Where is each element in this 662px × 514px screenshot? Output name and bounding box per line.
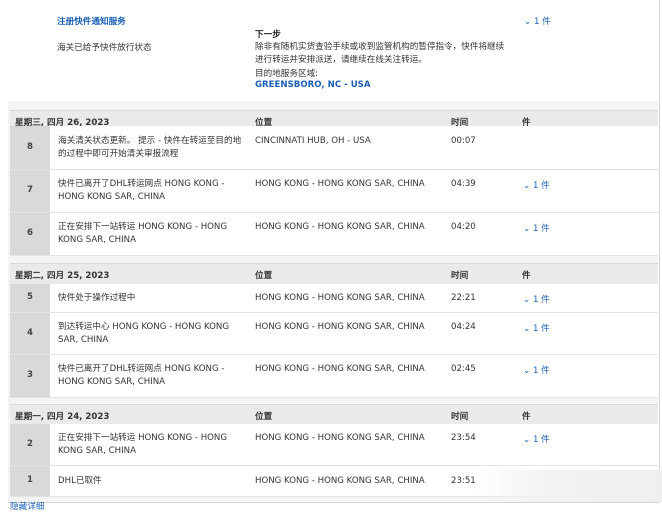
event-description: DHL已取件 [58, 476, 102, 486]
event-number-label: 8 [27, 141, 33, 152]
chevron-down-icon: ⌄ [523, 366, 533, 376]
destination-label: 目的地服务区域: [255, 69, 319, 79]
event-location: HONG KONG - HONG KONG SAR, CHINA [255, 364, 425, 374]
event-location: HONG KONG - HONG KONG SAR, CHINA [255, 179, 425, 189]
event-number-label: 7 [27, 185, 33, 195]
event-number-label: 1 [27, 475, 33, 485]
event-time: 04:20 [451, 222, 476, 232]
day-date: 星期一, 四月 24, 2023 [15, 412, 110, 422]
column-time: 时间 [451, 412, 469, 422]
event-row: 5 快件处于操作过程中 HONG KONG - HONG KONG SAR, CHI… [10, 284, 658, 313]
event-location: HONG KONG - HONG KONG SAR, CHINA [255, 222, 425, 232]
event-description: 正在安排下一站转运 HONG KONG - HONG KONG SAR, CHI… [58, 433, 228, 456]
event-pieces-toggle[interactable]: ⌄ 1 件 [523, 433, 550, 445]
event-number: 3 [10, 355, 50, 397]
event-pieces-toggle[interactable]: ⌄ 1 件 [523, 364, 550, 376]
event-location: HONG KONG - HONG KONG SAR, CHINA [255, 476, 425, 486]
next-step-body: 除非有随机实货查验手续或收到监管机构的暂停指令，快件将继续进行转运并安排派送，请… [255, 42, 505, 65]
event-number-label: 3 [27, 370, 33, 380]
event-number: 6 [10, 213, 50, 255]
pieces-toggle[interactable]: ⌄ 1 件 [524, 15, 551, 27]
column-pieces: 件 [522, 271, 531, 281]
event-location: HONG KONG - HONG KONG SAR, CHINA [255, 433, 425, 443]
event-number-label: 6 [27, 228, 33, 238]
event-description: 正在安排下一站转运 HONG KONG - HONG KONG SAR, CHI… [58, 222, 228, 245]
event-row: 4 到达转运中心 HONG KONG - HONG KONG SAR, CHINA… [10, 313, 658, 355]
event-number: 7 [10, 170, 50, 212]
event-pieces-label: 1 件 [532, 181, 550, 191]
blur-overlay [476, 470, 662, 502]
event-pieces-toggle[interactable]: ⌄ 1 件 [523, 293, 550, 305]
event-row: 7 快件已离开了DHL转运网点 HONG KONG - HONG KONG SAR… [10, 170, 658, 213]
event-row: 6 正在安排下一站转运 HONG KONG - HONG KONG SAR, CH… [10, 213, 658, 256]
event-description: 快件已离开了DHL转运网点 HONG KONG - HONG KONG SAR,… [58, 179, 225, 202]
chevron-down-icon: ⌄ [523, 435, 533, 445]
event-description: 快件已离开了DHL转运网点 HONG KONG - HONG KONG SAR,… [58, 364, 225, 387]
event-time: 22:21 [451, 293, 476, 303]
event-location: HONG KONG - HONG KONG SAR, CHINA [255, 293, 425, 303]
event-pieces-label: 1 件 [532, 366, 550, 376]
event-time: 23:51 [451, 476, 476, 486]
event-number-label: 5 [27, 292, 33, 302]
day-header: 星期一, 四月 24, 2023 位置 时间 件 [10, 404, 658, 426]
event-number: 2 [10, 424, 50, 465]
event-pieces-label: 1 件 [532, 324, 550, 334]
event-row: 8 海关清关状态更新。 提示 - 快件在转运至目的地的过程中即可开始清关审报流程 C… [10, 126, 658, 170]
event-row: 3 快件已离开了DHL转运网点 HONG KONG - HONG KONG SAR… [10, 355, 658, 398]
pieces-toggle-label: 1 件 [533, 17, 551, 27]
event-number-label: 2 [27, 438, 33, 449]
event-pieces-label: 1 件 [532, 295, 550, 305]
destination-link[interactable]: GREENSBORO, NC - USA [255, 80, 371, 90]
next-step-title: 下一步 [255, 30, 281, 40]
chevron-down-icon: ⌄ [523, 324, 533, 334]
event-location: HONG KONG - HONG KONG SAR, CHINA [255, 322, 425, 332]
event-pieces-toggle[interactable]: ⌄ 1 件 [523, 222, 550, 234]
event-number-label: 4 [27, 327, 33, 338]
event-time: 04:39 [451, 179, 476, 189]
event-time: 04:24 [451, 322, 476, 332]
column-time: 时间 [451, 271, 469, 281]
chevron-down-icon: ⌄ [524, 17, 534, 27]
event-description: 海关清关状态更新。 提示 - 快件在转运至目的地的过程中即可开始清关审报流程 [58, 136, 242, 159]
day-date: 星期二, 四月 25, 2023 [15, 271, 110, 281]
column-location: 位置 [255, 412, 273, 422]
chevron-down-icon: ⌄ [523, 295, 533, 305]
event-number: 5 [10, 284, 50, 312]
event-row: 2 正在安排下一站转运 HONG KONG - HONG KONG SAR, CH… [10, 424, 658, 466]
register-notification-link[interactable]: 注册快件通知服务 [57, 15, 126, 27]
shipment-status-card: 注册快件通知服务 ⌄ 1 件 海关已给予快件放行状态 下一步 除非有随机实货查验… [8, 0, 658, 102]
hide-details-link[interactable]: 隐藏详细 [10, 500, 44, 512]
event-time: 00:07 [451, 136, 476, 146]
event-pieces-label: 1 件 [532, 435, 550, 445]
event-number: 8 [10, 126, 50, 169]
event-location: CINCINNATI HUB, OH - USA [255, 136, 371, 146]
event-time: 02:45 [451, 364, 476, 374]
status-text: 海关已给予快件放行状态 [57, 43, 152, 53]
event-description: 快件处于操作过程中 [58, 293, 136, 303]
day-header: 星期二, 四月 25, 2023 位置 时间 件 [10, 263, 658, 285]
event-time: 23:54 [451, 433, 476, 443]
chevron-down-icon: ⌄ [523, 224, 533, 234]
event-pieces-toggle[interactable]: ⌄ 1 件 [523, 322, 550, 334]
column-pieces: 件 [522, 412, 531, 422]
column-location: 位置 [255, 271, 273, 281]
event-number: 4 [10, 313, 50, 354]
event-pieces-label: 1 件 [532, 224, 550, 234]
chevron-down-icon: ⌄ [523, 181, 533, 191]
event-description: 到达转运中心 HONG KONG - HONG KONG SAR, CHINA [58, 322, 229, 345]
event-number: 1 [10, 466, 50, 496]
event-pieces-toggle[interactable]: ⌄ 1 件 [523, 179, 550, 191]
